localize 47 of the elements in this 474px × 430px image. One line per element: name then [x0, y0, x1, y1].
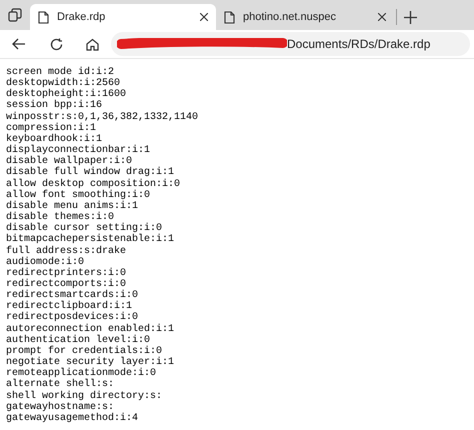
tab-title: photino.net.nuspec: [243, 10, 336, 25]
file-line: redirectposdevices:i:0: [6, 312, 138, 324]
file-line: bitmapcachepersistenable:i:1: [6, 234, 174, 246]
file-line: desktopheight:i:1600: [6, 89, 126, 100]
file-line: audiomode:i:0: [6, 256, 84, 268]
file-line: alternate shell:s:: [6, 379, 114, 390]
document-icon: [38, 10, 49, 24]
new-tab-icon[interactable]: [404, 10, 416, 24]
file-line: authentication level:i:0: [6, 334, 150, 346]
tab-title: Drake.rdp: [57, 10, 106, 25]
file-line: disable menu anims:i:1: [6, 200, 138, 212]
browser-tab[interactable]: Drake.rdp: [30, 4, 216, 30]
browser-tab[interactable]: photino.net.nuspec: [216, 4, 394, 30]
file-line: disable cursor setting:i:0: [6, 223, 162, 234]
file-line: redirectprinters:i:0: [6, 268, 126, 279]
file-line: disable wallpaper:i:0: [6, 156, 132, 168]
file-line: negotiate security layer:i:1: [6, 357, 174, 368]
document-icon: [224, 10, 235, 24]
file-line: allow desktop composition:i:0: [6, 178, 180, 190]
address-bar[interactable]: Documents/RDs/Drake.rdp: [111, 32, 470, 56]
file-line: remoteapplicationmode:i:0: [6, 368, 156, 380]
close-icon[interactable]: [200, 13, 208, 21]
file-line: autoreconnection enabled:i:1: [6, 324, 174, 335]
file-line: winposstr:s:0,1,36,382,1332,1140: [6, 112, 198, 123]
file-line: disable full window drag:i:1: [6, 167, 174, 178]
url-text: Documents/RDs/Drake.rdp: [287, 36, 430, 53]
tab-actions-icon[interactable]: [8, 8, 22, 22]
file-line: session bpp:i:16: [6, 100, 102, 112]
file-line: desktopwidth:i:2560: [6, 78, 120, 90]
file-line: shell working directory:s:: [6, 390, 162, 402]
file-line: displayconnectionbar:i:1: [6, 145, 150, 156]
file-line: disable themes:i:0: [6, 212, 114, 224]
close-icon[interactable]: [378, 13, 386, 21]
file-line: prompt for credentials:i:0: [6, 346, 162, 357]
file-line: redirectclipboard:i:1: [6, 301, 132, 312]
file-line: allow font smoothing:i:0: [6, 190, 150, 201]
file-line: screen mode id:i:2: [6, 67, 114, 78]
file-line: redirectcomports:i:0: [6, 278, 126, 290]
file-line: compression:i:1: [6, 122, 96, 134]
file-line: keyboardhook:i:1: [6, 134, 102, 145]
file-line: gatewayhostname:s:: [6, 402, 114, 413]
file-line: full address:s:drake: [6, 246, 126, 256]
file-line: gatewayusagemethod:i:4: [6, 412, 138, 424]
file-line: redirectsmartcards:i:0: [6, 290, 138, 302]
home-icon[interactable]: [86, 38, 99, 50]
refresh-icon[interactable]: [50, 38, 63, 50]
back-icon[interactable]: [12, 38, 26, 50]
